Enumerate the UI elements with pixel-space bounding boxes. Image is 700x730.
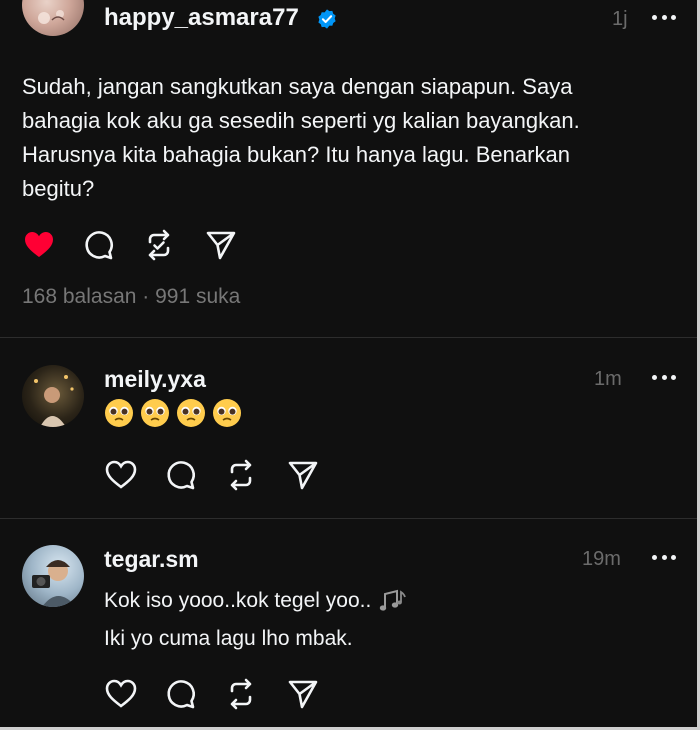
- pleading-face-icon: [104, 398, 134, 428]
- comment-button[interactable]: [164, 458, 198, 492]
- post-text-line: bahagia kok aku ga sesedih seperti yg ka…: [22, 108, 580, 133]
- divider: [0, 518, 697, 519]
- dot-icon: [671, 15, 676, 20]
- heart-filled-icon: [25, 232, 53, 257]
- post-stats: 168 balasan · 991 suka: [22, 285, 240, 309]
- heart-icon: [105, 460, 137, 489]
- reply-time: 1m: [594, 368, 622, 390]
- reply-text-line: Kok iso yooo..kok tegel yoo..: [104, 582, 407, 620]
- send-icon: [206, 231, 236, 260]
- pleading-face-icon: [212, 398, 242, 428]
- avatar-image: [38, 10, 65, 24]
- pleading-face-icon: [140, 398, 170, 428]
- dot-icon: [652, 15, 657, 20]
- dot-icon: [661, 15, 667, 20]
- comment-button[interactable]: [82, 228, 116, 262]
- comment-bubble-icon: [167, 461, 195, 490]
- repost-button[interactable]: [224, 458, 258, 492]
- more-options-button[interactable]: [652, 15, 676, 21]
- avatar-image: [32, 560, 76, 607]
- heart-icon: [105, 679, 137, 708]
- post-time: 1j: [612, 8, 628, 30]
- replies-count[interactable]: 168 balasan: [22, 285, 136, 308]
- stats-separator: ·: [142, 285, 150, 308]
- avatar-image: [34, 375, 74, 427]
- send-icon: [288, 680, 318, 709]
- comment-button[interactable]: [164, 677, 198, 711]
- music-notes-icon: [377, 588, 407, 614]
- post-text-line: Sudah, jangan sangkutkan saya dengan sia…: [22, 74, 573, 99]
- comment-bubble-icon: [167, 680, 195, 709]
- send-icon: [288, 461, 318, 490]
- share-button[interactable]: [204, 228, 238, 262]
- repost-icon: [148, 229, 170, 261]
- share-button[interactable]: [286, 677, 320, 711]
- threads-feed: happy_asmara77 1j Sudah, jangan sangkutk…: [0, 0, 700, 730]
- share-button[interactable]: [286, 458, 320, 492]
- verified-badge-icon: [316, 8, 338, 30]
- dot-icon: [671, 375, 676, 380]
- avatar[interactable]: [22, 545, 84, 607]
- repost-button[interactable]: [224, 677, 258, 711]
- dot-icon: [671, 555, 676, 560]
- post-text-line: begitu?: [22, 176, 95, 201]
- reply-text-line-content: Kok iso yooo..kok tegel yoo..: [104, 589, 372, 612]
- like-button[interactable]: [104, 677, 138, 711]
- reply-text-line: Iki yo cuma lagu lho mbak.: [104, 627, 353, 650]
- pleading-face-icon: [176, 398, 206, 428]
- reply-text: Kok iso yooo..kok tegel yoo.. Iki yo cum…: [104, 582, 407, 658]
- dot-icon: [652, 375, 657, 380]
- like-button[interactable]: [22, 228, 56, 262]
- dot-icon: [661, 555, 667, 560]
- like-button[interactable]: [104, 458, 138, 492]
- post-text: Sudah, jangan sangkutkan saya dengan sia…: [22, 70, 580, 206]
- dot-icon: [661, 375, 667, 380]
- avatar[interactable]: [22, 365, 84, 427]
- avatar[interactable]: [22, 0, 84, 36]
- comment-bubble-icon: [85, 231, 113, 260]
- reply-username[interactable]: meily.yxa: [104, 366, 206, 393]
- reply-time: 19m: [582, 548, 621, 570]
- repost-button[interactable]: [142, 228, 176, 262]
- repost-icon: [230, 678, 252, 710]
- dot-icon: [652, 555, 657, 560]
- reply-username[interactable]: tegar.sm: [104, 546, 199, 573]
- repost-icon: [230, 459, 252, 491]
- post-username[interactable]: happy_asmara77: [104, 4, 299, 32]
- post-text-line: Harusnya kita bahagia bukan? Itu hanya l…: [22, 142, 570, 167]
- divider: [0, 337, 697, 338]
- likes-count[interactable]: 991 suka: [155, 285, 240, 308]
- more-options-button[interactable]: [652, 375, 676, 381]
- more-options-button[interactable]: [652, 555, 676, 561]
